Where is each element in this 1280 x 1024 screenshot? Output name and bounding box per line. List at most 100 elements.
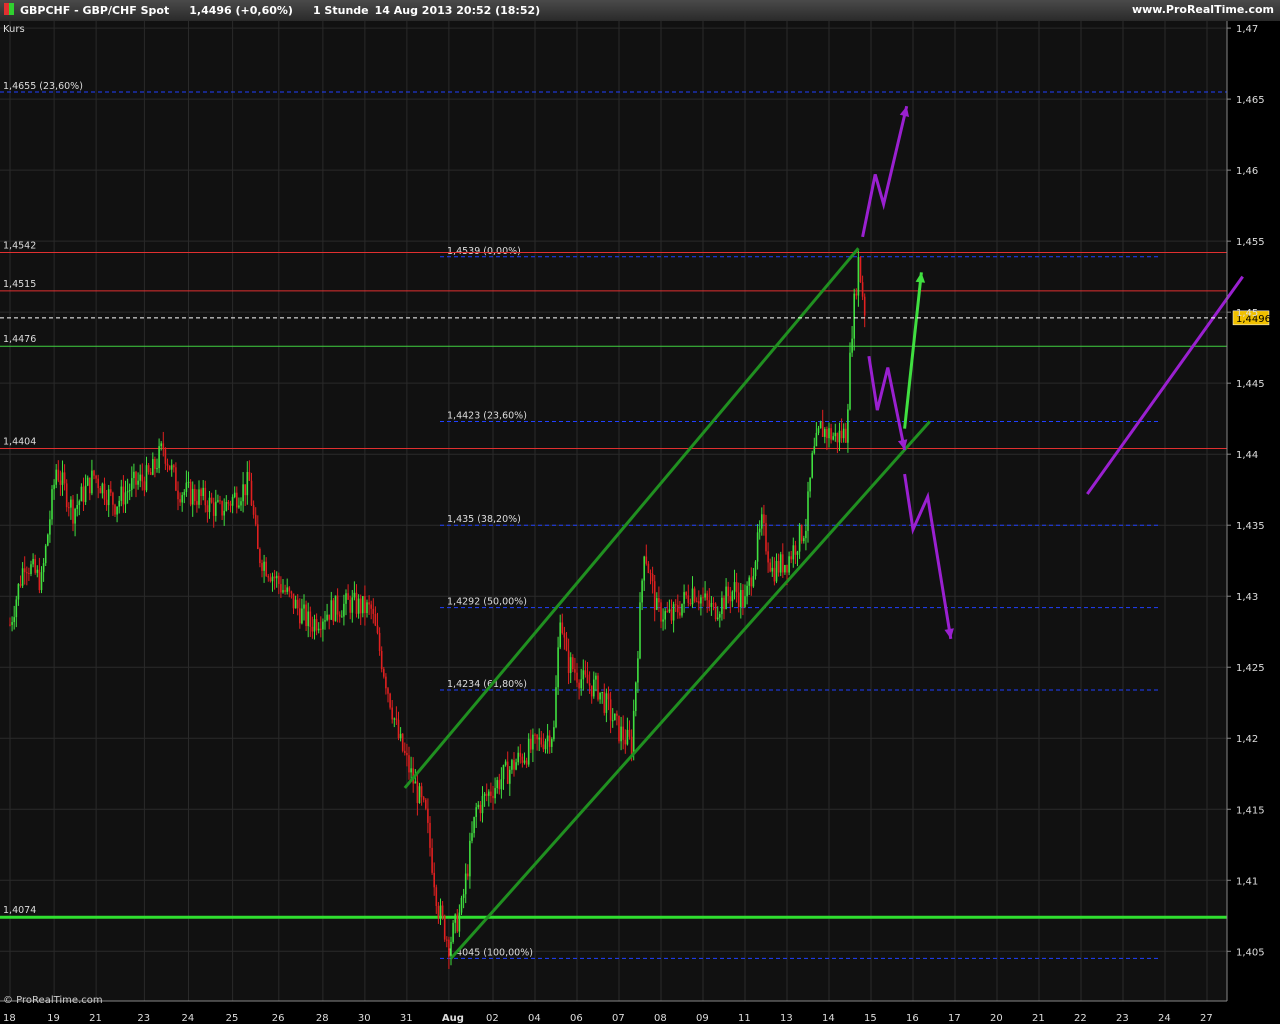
candle-body [223, 510, 225, 516]
candle-body [187, 481, 190, 483]
y-tick-label: 1,435 [1236, 521, 1265, 532]
panel-label: Kurs [3, 24, 25, 35]
candle-body [347, 593, 349, 600]
candle-body [139, 474, 141, 481]
y-tick-label: 1,42 [1236, 734, 1258, 745]
candle-body [479, 804, 482, 814]
candle-body [416, 781, 419, 804]
candle-body [786, 564, 788, 573]
candle-body [702, 597, 704, 599]
candle-body [683, 592, 685, 604]
candle-body [836, 432, 839, 443]
candle-body [578, 682, 580, 689]
candle-body [450, 941, 452, 957]
candle-body [563, 633, 566, 638]
horizontal-level-label: 1,4404 [3, 437, 36, 448]
candle-body [315, 619, 318, 631]
candle-body [118, 500, 120, 507]
candle-body [175, 467, 177, 491]
candle-body [418, 786, 421, 804]
candle-body [651, 573, 654, 582]
candle-body [460, 897, 463, 913]
site-link[interactable]: www.ProRealTime.com [1132, 3, 1274, 16]
candle-body [143, 481, 146, 491]
candle-body [735, 582, 738, 593]
x-tick-label: 17 [948, 1013, 961, 1024]
candle-body [368, 602, 370, 605]
candle-body [23, 568, 26, 573]
y-tick-label: 1,405 [1236, 947, 1265, 958]
candle-body [458, 912, 461, 932]
candle-body [572, 657, 574, 670]
candle-body [490, 791, 492, 796]
chart-header: GBPCHF - GBP/CHF Spot 1,4496 (+0,60%) 1 … [0, 0, 1280, 22]
candle-body [181, 495, 183, 503]
candle-body [212, 502, 215, 516]
candle-body [244, 484, 246, 496]
candle-body [320, 628, 322, 630]
candle-body [265, 561, 267, 576]
candle-body [387, 688, 389, 694]
candle-body [154, 459, 156, 469]
candle-body [565, 637, 568, 651]
candle-body [817, 428, 820, 433]
candle-body [544, 741, 547, 750]
price-chart[interactable]: 1,4539 (0,00%) 1,4423 (23,60%) 1,435 (38,2… [0, 21, 1280, 1024]
candle-body [280, 584, 282, 593]
y-tick-label: 1,44 [1236, 450, 1258, 461]
candle-body [838, 430, 841, 443]
candle-body [164, 449, 167, 464]
candle-body [719, 614, 721, 618]
candle-body [754, 561, 757, 577]
candle-body [632, 710, 635, 755]
candle-body [851, 338, 853, 353]
candle-body [765, 523, 767, 552]
candle-body [464, 873, 467, 895]
y-tick-label: 1,425 [1236, 663, 1265, 674]
candle-body [51, 489, 53, 520]
candle-body [704, 593, 706, 598]
candle-body [849, 352, 851, 410]
candle-body [126, 491, 129, 493]
candle-body [826, 428, 828, 439]
candle-body [80, 486, 83, 502]
candle-body [170, 465, 173, 470]
candle-body [63, 472, 66, 484]
x-tick-label: 18 [3, 1013, 16, 1024]
candle-body [196, 501, 198, 505]
candle-body [855, 293, 858, 296]
candle-body [790, 556, 792, 560]
candle-body [341, 616, 343, 618]
x-tick-label: 14 [822, 1013, 835, 1024]
candle-body [13, 617, 15, 623]
candle-body [542, 744, 545, 750]
candle-body [467, 873, 469, 877]
candle-body [206, 505, 209, 513]
candle-body [275, 575, 278, 579]
candle-body [557, 647, 559, 688]
candle-body [357, 598, 360, 614]
x-tick-label: 13 [780, 1013, 793, 1024]
instrument-name[interactable]: GBPCHF - GBP/CHF Spot [20, 4, 169, 17]
candle-body [189, 481, 192, 505]
candle-body [811, 453, 813, 478]
x-tick-label: 24 [1158, 1013, 1171, 1024]
candle-body [107, 489, 110, 506]
candle-body [576, 672, 578, 683]
candle-body [84, 485, 87, 503]
candle-body [679, 612, 681, 616]
candle-body [496, 780, 498, 789]
candle-body [700, 597, 702, 604]
candle-body [863, 296, 866, 316]
timeframe[interactable]: 1 Stunde [313, 4, 369, 17]
candle-body [509, 769, 511, 784]
candle-body [91, 470, 93, 494]
candle-body [286, 587, 288, 592]
candle-body [89, 477, 91, 494]
last-quote: 1,4496 (+0,60%) [189, 4, 293, 17]
candle-body [406, 753, 408, 756]
x-tick-label: 02 [486, 1013, 499, 1024]
candle-body [840, 430, 843, 439]
candle-body [519, 752, 522, 757]
candle-body [483, 793, 486, 796]
